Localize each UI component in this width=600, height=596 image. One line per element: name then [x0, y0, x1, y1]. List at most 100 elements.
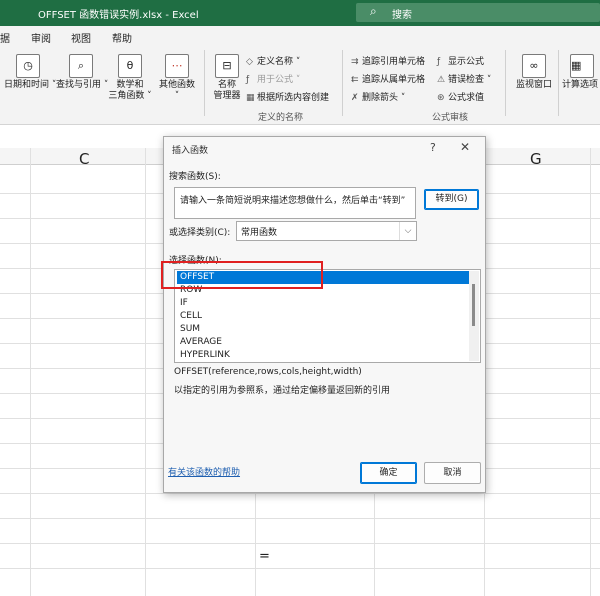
theta-icon: θ: [118, 54, 142, 78]
calendar-icon: ◷: [16, 54, 40, 78]
grid-line: [0, 518, 600, 519]
function-syntax: OFFSET(reference,rows,cols,height,width): [174, 367, 362, 377]
search-function-label: 搜索函数(S):: [169, 172, 221, 182]
category-label: 或选择类别(C):: [169, 228, 231, 238]
cell-formula-text: =: [259, 549, 270, 564]
watch-window-label: 监视窗口: [515, 80, 552, 90]
evaluate-formula-label: 公式求值: [448, 93, 485, 103]
evaluate-formula-button[interactable]: ⊛ 公式求值: [437, 90, 484, 103]
cancel-button[interactable]: 取消: [424, 462, 481, 484]
glasses-icon: ∞: [522, 54, 546, 78]
dialog-title: 插入函数: [172, 146, 209, 156]
more-functions-icon: ⋯: [165, 54, 189, 78]
group-label-formula-auditing: 公式审核: [432, 113, 469, 123]
date-time-button[interactable]: ◷ 日期和时间 ˅: [4, 54, 57, 91]
ribbon-separator: [505, 50, 506, 116]
function-list-item[interactable]: HYPERLINK: [177, 349, 470, 362]
more-functions-button[interactable]: ⋯ 其他函数 ˅: [155, 54, 199, 102]
watch-window-button[interactable]: ∞ 监视窗口: [512, 54, 556, 91]
function-description: 以指定的引用为参照系，通过给定偏移量返回新的引用: [174, 386, 391, 396]
insert-function-dialog: 插入函数 ? ✕ 搜索函数(S): 请输入一条简短说明来描述您想做什么，然后单击…: [161, 136, 486, 493]
search-function-text: 请输入一条简短说明来描述您想做什么，然后单击“转到”: [180, 196, 406, 206]
chevron-down-icon: ⌵: [399, 222, 416, 240]
error-checking-label: 错误检查 ˅: [448, 75, 492, 85]
trace-precedents-icon: ⇉: [351, 57, 359, 67]
go-button[interactable]: 转到(G): [424, 189, 479, 210]
function-list-item[interactable]: AVERAGE: [177, 336, 470, 349]
name-manager-label: 名称 管理器: [213, 80, 241, 101]
formula-icon: ƒ: [246, 75, 250, 85]
trace-dependents-button[interactable]: ⇇ 追踪从属单元格: [351, 72, 425, 85]
remove-arrows-button[interactable]: ✗ 删除箭头 ˅: [351, 90, 405, 103]
lookup-icon: ⌕: [69, 54, 93, 78]
search-box[interactable]: ⌕ 搜索: [356, 3, 600, 22]
menu-help[interactable]: 帮助: [112, 30, 132, 45]
scroll-thumb[interactable]: [472, 284, 475, 326]
title-bar: OFFSET 函数错误实例.xlsx - Excel ⌕ 搜索: [0, 0, 600, 26]
search-function-input[interactable]: 请输入一条简短说明来描述您想做什么，然后单击“转到”: [174, 187, 416, 219]
remove-arrows-icon: ✗: [351, 93, 359, 103]
lookup-reference-label: 查找与引用 ˅: [56, 80, 109, 90]
calculator-icon: ▦: [570, 54, 594, 78]
more-functions-label: 其他函数 ˅: [158, 80, 195, 101]
grid-line: [0, 493, 600, 494]
tag-icon: ◇: [246, 57, 253, 67]
math-trig-button[interactable]: θ 数学和 三角函数 ˅: [108, 54, 152, 102]
error-checking-button[interactable]: ⚠ 错误检查 ˅: [437, 72, 491, 85]
show-formulas-icon: ƒ: [437, 57, 441, 67]
create-from-selection-button[interactable]: ▦ 根据所选内容创建: [246, 90, 329, 103]
trace-precedents-button[interactable]: ⇉ 追踪引用单元格: [351, 54, 425, 67]
function-list-item[interactable]: CELL: [177, 310, 470, 323]
function-list-scrollbar[interactable]: [469, 271, 479, 361]
ribbon: ◷ 日期和时间 ˅ ⌕ 查找与引用 ˅ θ 数学和 三角函数 ˅ ⋯ 其他函数 …: [0, 46, 600, 125]
grid-line: [0, 543, 600, 544]
use-in-formula-button[interactable]: ƒ 用于公式 ˅: [246, 72, 300, 85]
ribbon-separator: [342, 50, 343, 116]
date-time-label: 日期和时间 ˅: [4, 80, 57, 90]
warning-icon: ⚠: [437, 75, 446, 85]
category-value: 常用函数: [241, 228, 278, 238]
math-trig-label: 数学和 三角函数 ˅: [108, 80, 152, 101]
calc-options-button[interactable]: ▦ 计算选项: [562, 54, 600, 91]
trace-dependents-label: 追踪从属单元格: [362, 75, 426, 85]
grid-line: [0, 568, 600, 569]
close-icon[interactable]: ✕: [460, 140, 470, 154]
name-manager-button[interactable]: ⊟ 名称 管理器: [207, 54, 247, 102]
grid-icon: ▦: [246, 93, 255, 103]
grid-line: [590, 148, 591, 596]
name-manager-icon: ⊟: [215, 54, 239, 78]
group-label-defined-names: 定义的名称: [258, 113, 304, 123]
menu-bar: 据 审阅 视图 帮助: [0, 26, 600, 46]
ok-button[interactable]: 确定: [360, 462, 417, 484]
search-placeholder: 搜索: [392, 10, 412, 21]
ribbon-separator: [204, 50, 205, 116]
function-list-item[interactable]: SUM: [177, 323, 470, 336]
trace-dependents-icon: ⇇: [351, 75, 359, 85]
menu-review[interactable]: 审阅: [31, 30, 51, 45]
menu-view[interactable]: 视图: [71, 30, 91, 45]
menu-data[interactable]: 据: [0, 30, 10, 45]
search-icon: ⌕: [370, 4, 377, 18]
help-link[interactable]: 有关该函数的帮助: [168, 465, 240, 478]
calc-options-label: 计算选项: [562, 80, 599, 90]
remove-arrows-label: 删除箭头 ˅: [362, 93, 406, 103]
lookup-reference-button[interactable]: ⌕ 查找与引用 ˅: [56, 54, 109, 91]
highlight-box: [161, 261, 323, 289]
use-in-formula-label: 用于公式 ˅: [257, 75, 301, 85]
column-header-c[interactable]: C: [79, 150, 89, 168]
ribbon-separator: [558, 50, 559, 116]
define-name-label: 定义名称 ˅: [257, 57, 301, 67]
create-from-selection-label: 根据所选内容创建: [257, 93, 330, 103]
category-select[interactable]: 常用函数 ⌵: [236, 221, 417, 241]
window-title: OFFSET 函数错误实例.xlsx - Excel: [38, 10, 199, 21]
help-icon[interactable]: ?: [430, 141, 436, 154]
trace-precedents-label: 追踪引用单元格: [362, 57, 426, 67]
show-formulas-label: 显示公式: [448, 57, 485, 67]
define-name-button[interactable]: ◇ 定义名称 ˅: [246, 54, 300, 67]
column-header-g[interactable]: G: [530, 150, 542, 168]
show-formulas-button[interactable]: ƒ 显示公式: [437, 54, 484, 67]
function-list-item[interactable]: IF: [177, 297, 470, 310]
grid-line: [30, 148, 31, 596]
evaluate-icon: ⊛: [437, 93, 445, 103]
grid-line: [145, 148, 146, 596]
